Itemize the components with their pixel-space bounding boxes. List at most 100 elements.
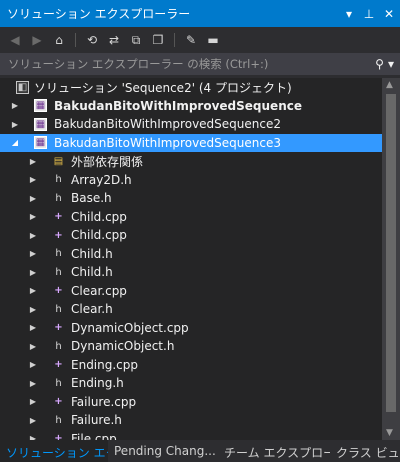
preview-icon[interactable]: ▬ <box>205 32 221 48</box>
home-icon[interactable]: ⌂ <box>51 32 67 48</box>
tab-solution-explorer[interactable]: ソリューション エク... <box>0 440 108 462</box>
search-bar: ⚲ ▾ <box>0 53 400 75</box>
toolbar-separator <box>174 33 175 47</box>
expand-arrow-icon[interactable]: ▶ <box>28 212 38 221</box>
tree-node-label: Ending.h <box>71 376 124 391</box>
collapse-icon[interactable]: ⧉ <box>128 32 144 48</box>
tree-node-file[interactable]: ▶ h Ending.h <box>0 374 382 393</box>
tab-class-view[interactable]: クラス ビュー <box>330 440 400 462</box>
dropdown-icon[interactable]: ▾ <box>343 8 355 20</box>
expand-arrow-icon[interactable]: ▶ <box>28 305 38 314</box>
tree-node-file[interactable]: ▶ + Clear.cpp <box>0 282 382 301</box>
header-file-icon: h <box>55 248 62 260</box>
tree-node-file[interactable]: ▶ h DynamicObject.h <box>0 337 382 356</box>
tree-node-label: BakudanBitoWithImprovedSequence2 <box>54 117 281 132</box>
search-options-icon[interactable]: ▾ <box>388 57 394 71</box>
project-icon: ▦ <box>34 99 47 113</box>
window-title: ソリューション エクスプローラー <box>7 7 191 21</box>
tree-node-project[interactable]: ▶ ▦ BakudanBitoWithImprovedSequence <box>0 97 382 116</box>
close-icon[interactable]: ✕ <box>383 8 395 20</box>
tree-node-label: Child.cpp <box>71 209 127 224</box>
sync-icon[interactable]: ⟲ <box>84 32 100 48</box>
tree-node-label: Clear.h <box>71 302 113 317</box>
tree-node-file[interactable]: ▶ h Base.h <box>0 189 382 208</box>
tree-node-file[interactable]: ▶ + Ending.cpp <box>0 356 382 375</box>
scroll-up-icon[interactable]: ▲ <box>386 80 393 90</box>
tree-node-file[interactable]: ▶ h Child.h <box>0 263 382 282</box>
tree-node-label: ソリューション 'Sequence2' (4 プロジェクト) <box>34 80 292 95</box>
solution-tree: ◧ ソリューション 'Sequence2' (4 プロジェクト) ▶ ▦ Bak… <box>0 78 382 440</box>
expand-arrow-icon[interactable]: ▶ <box>28 249 38 258</box>
tree-node-label: Array2D.h <box>71 172 132 187</box>
tool-window-tabs: ソリューション エク... Pending Chang... チーム エクスプロ… <box>0 440 400 462</box>
tree-node-label: BakudanBitoWithImprovedSequence3 <box>54 135 281 150</box>
tree-node-file[interactable]: ▶ + Child.cpp <box>0 208 382 227</box>
scrollbar-thumb[interactable] <box>386 94 396 412</box>
header-file-icon: h <box>55 174 62 186</box>
header-file-icon: h <box>55 377 62 389</box>
tree-node-label: Failure.cpp <box>71 394 137 409</box>
tree-node-file[interactable]: ▶ h Child.h <box>0 245 382 264</box>
cpp-file-icon: + <box>54 229 63 241</box>
cpp-file-icon: + <box>54 322 63 334</box>
expand-arrow-icon[interactable]: ▶ <box>28 194 38 203</box>
external-dependencies-icon: ▤ <box>53 155 64 167</box>
forward-icon[interactable]: ▶ <box>29 32 45 48</box>
tree-node-label: DynamicObject.cpp <box>71 320 189 335</box>
tree-node-label: Child.h <box>71 265 113 280</box>
scroll-down-icon[interactable]: ▼ <box>386 428 393 438</box>
tree-node-label: Clear.cpp <box>71 283 127 298</box>
tree-node-label: Base.h <box>71 191 112 206</box>
tree-node-file[interactable]: ▶ h Failure.h <box>0 411 382 430</box>
search-input[interactable] <box>0 57 340 71</box>
tree-node-file[interactable]: ▶ h Array2D.h <box>0 171 382 190</box>
header-file-icon: h <box>55 414 62 426</box>
tree-node-file[interactable]: ▶ + DynamicObject.cpp <box>0 319 382 338</box>
vertical-scrollbar[interactable]: ▲ ▼ <box>382 78 400 440</box>
window-title-bar: ソリューション エクスプローラー ▾ ⊥ ✕ <box>0 0 400 27</box>
show-all-files-icon[interactable]: ❐ <box>150 32 166 48</box>
properties-icon[interactable]: ✎ <box>183 32 199 48</box>
expand-arrow-icon[interactable]: ▶ <box>28 286 38 295</box>
tree-node-label: File.cpp <box>71 431 117 440</box>
expand-arrow-icon[interactable]: ▶ <box>28 397 38 406</box>
refresh-icon[interactable]: ⇄ <box>106 32 122 48</box>
tree-node-project[interactable]: ▶ ▦ BakudanBitoWithImprovedSequence2 <box>0 115 382 134</box>
header-file-icon: h <box>55 192 62 204</box>
tree-node-file[interactable]: ▶ + Failure.cpp <box>0 393 382 412</box>
collapse-arrow-icon[interactable]: ◢ <box>10 138 20 147</box>
tree-node-file[interactable]: ▶ h Clear.h <box>0 300 382 319</box>
tree-node-file[interactable]: ▶ + File.cpp <box>0 430 382 440</box>
header-file-icon: h <box>55 266 62 278</box>
expand-arrow-icon[interactable]: ▶ <box>10 101 20 110</box>
project-icon: ▦ <box>34 117 47 131</box>
tree-node-external-deps[interactable]: ▶ ▤ 外部依存関係 <box>0 152 382 171</box>
expand-arrow-icon[interactable]: ▶ <box>28 157 38 166</box>
tab-team-explorer[interactable]: チーム エクスプロー... <box>218 440 330 462</box>
expand-arrow-icon[interactable]: ▶ <box>28 175 38 184</box>
expand-arrow-icon[interactable]: ▶ <box>28 416 38 425</box>
tree-node-label: Failure.h <box>71 413 122 428</box>
toolbar: ◀ ▶ ⌂ ⟲ ⇄ ⧉ ❐ ✎ ▬ <box>0 27 400 53</box>
expand-arrow-icon[interactable]: ▶ <box>28 323 38 332</box>
back-icon[interactable]: ◀ <box>7 32 23 48</box>
expand-arrow-icon[interactable]: ▶ <box>10 120 20 129</box>
cpp-file-icon: + <box>54 433 63 440</box>
tab-pending-changes[interactable]: Pending Chang... <box>108 440 218 462</box>
expand-arrow-icon[interactable]: ▶ <box>28 342 38 351</box>
expand-arrow-icon[interactable]: ▶ <box>28 268 38 277</box>
expand-arrow-icon[interactable]: ▶ <box>28 379 38 388</box>
solution-icon: ◧ <box>16 80 29 94</box>
project-icon: ▦ <box>34 136 47 150</box>
expand-arrow-icon[interactable]: ▶ <box>28 231 38 240</box>
tree-node-label: Child.cpp <box>71 228 127 243</box>
tree-node-label: 外部依存関係 <box>71 154 144 169</box>
cpp-file-icon: + <box>54 359 63 371</box>
tree-node-solution[interactable]: ◧ ソリューション 'Sequence2' (4 プロジェクト) <box>0 78 382 97</box>
expand-arrow-icon[interactable]: ▶ <box>28 360 38 369</box>
search-icon[interactable]: ⚲ <box>375 57 384 71</box>
pin-icon[interactable]: ⊥ <box>363 8 375 20</box>
tree-node-file[interactable]: ▶ + Child.cpp <box>0 226 382 245</box>
tree-node-project-selected[interactable]: ◢ ▦ BakudanBitoWithImprovedSequence3 <box>0 133 382 152</box>
cpp-file-icon: + <box>54 285 63 297</box>
